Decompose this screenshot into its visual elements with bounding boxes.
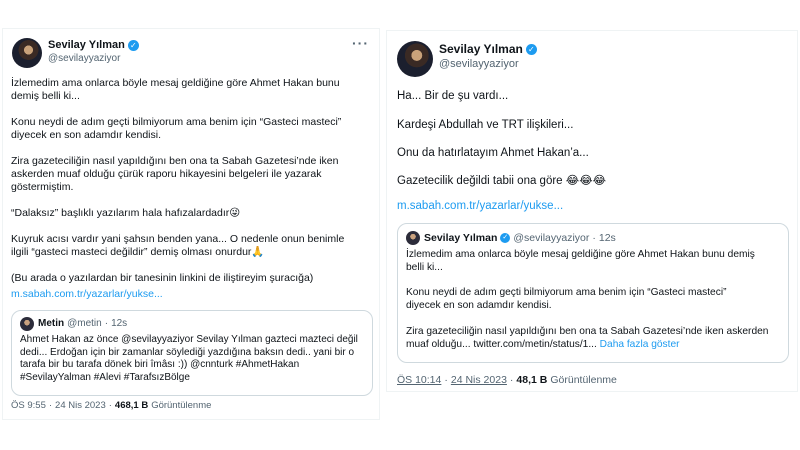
tweet-footer: ÖS 9:55 · 24 Nis 2023 · 468,1 B Görüntül… <box>11 400 212 411</box>
quoted-text: Ahmet Hakan az önce @sevilayyaziyor Sevi… <box>20 334 368 384</box>
verified-badge-icon: ✓ <box>525 43 537 55</box>
quoted-line: belli ki... <box>406 261 443 273</box>
quoted-avatar <box>20 317 34 331</box>
tweet-line: İzlemedim ama onlarca böyle mesaj geldiğ… <box>11 77 340 89</box>
tweet-line: Kuyruk acısı vardır yani şahsın benden y… <box>11 233 345 245</box>
author-name[interactable]: Sevilay Yılman <box>439 42 523 56</box>
author-avatar[interactable] <box>12 38 42 68</box>
quoted-line: dedi... Erdoğan için bir zamanlar söyled… <box>20 346 355 358</box>
tweet-card-left[interactable]: Sevilay Yılman ✓ @sevilayyaziyor ··· İzl… <box>2 28 380 420</box>
quoted-line: Ahmet Hakan az önce @sevilayyaziyor Sevi… <box>20 334 358 345</box>
quoted-author-name: Sevilay Yılman <box>424 232 498 244</box>
tweet-line-4: Gazetecilik değildi tabii ona göre 😂😂😂 <box>397 175 607 187</box>
tweet-line: Zira gazeteciliğin nasıl yapıldığını ben… <box>11 155 339 167</box>
author-name-row[interactable]: Sevilay Yılman ✓ <box>48 39 139 51</box>
quoted-last-line: muaf olduğu... twitter.com/metin/status/… <box>406 339 680 352</box>
post-time[interactable]: ÖS 10:14 <box>397 374 441 386</box>
quoted-text: İzlemedim ama onlarca böyle mesaj geldiğ… <box>406 249 786 339</box>
quoted-line <box>406 313 786 326</box>
author-handle[interactable]: @sevilayyaziyor <box>439 58 519 70</box>
author-name-row[interactable]: Sevilay Yılman ✓ <box>439 42 537 56</box>
quoted-verified-badge-icon: ✓ <box>500 233 511 243</box>
quoted-author-row: Sevilay Yılman ✓ @sevilayyaziyor · 12s <box>424 232 616 244</box>
author-handle[interactable]: @sevilayyaziyor <box>48 53 120 64</box>
tweet-paragraph: Zira gazeteciliğin nasıl yapıldığını ben… <box>11 155 377 194</box>
tweet-line: Konu neydi de adım geçti bilmiyorum ama … <box>11 116 342 128</box>
more-options-icon[interactable]: ··· <box>352 35 369 51</box>
view-count: 468,1 B <box>114 400 149 411</box>
tweet-line: “Dalaksız” başlıklı yazılarım hala hafız… <box>11 207 241 219</box>
tweet-line-2: Kardeşi Abdullah ve TRT ilişkileri... <box>397 119 574 131</box>
quoted-author-name: Metin <box>38 318 65 329</box>
quoted-author-handle: @metin <box>67 318 102 329</box>
quoted-tweet[interactable]: Metin @metin · 12s Ahmet Hakan az önce @… <box>11 310 373 396</box>
quoted-line: tarafa bir bu tarafa dönek biri îmâsı :)… <box>20 359 300 371</box>
views-label: Görüntülenme <box>151 400 212 411</box>
tweet-paragraph: Kuyruk acısı vardır yani şahsın benden y… <box>11 233 377 259</box>
quoted-line: İzlemedim ama onlarca böyle mesaj geldiğ… <box>406 249 755 260</box>
article-link[interactable]: m.sabah.com.tr/yazarlar/yukse... <box>397 199 563 213</box>
quoted-line: diyecek en son adamdır kendisi. <box>406 300 552 312</box>
author-avatar[interactable] <box>397 41 433 77</box>
tweet-line: demiş belli ki... <box>11 90 80 102</box>
tweet-paragraph: (Bu arada o yazılardan bir tanesinin lin… <box>11 272 377 285</box>
tweet-line: (Bu arada o yazılardan bir tanesinin lin… <box>11 272 314 284</box>
tweet-line: göstermiştim. <box>11 181 74 193</box>
tweet-line-3: Onu da hatırlatayım Ahmet Hakan’a... <box>397 147 589 159</box>
quoted-truncated-text: muaf olduğu... twitter.com/metin/status/… <box>406 339 597 350</box>
quoted-line <box>406 275 786 288</box>
quoted-time: 12s <box>111 318 128 329</box>
quoted-avatar <box>406 231 420 245</box>
tweet-line-1: Ha... Bir de şu vardı... <box>397 90 509 102</box>
tweet-line: ilgili “gasteci masteci değildir” demiş … <box>11 246 265 258</box>
tweet-paragraph: Konu neydi de adım geçti bilmiyorum ama … <box>11 116 377 142</box>
quoted-author-row: Metin @metin · 12s <box>38 318 128 329</box>
quoted-line: #SevilayYalman #Alevi #TarafsızBölge <box>20 371 190 383</box>
quoted-time: 12s <box>598 232 616 244</box>
post-date[interactable]: 24 Nis 2023 <box>451 374 507 386</box>
views-label: Görüntülenme <box>550 374 617 386</box>
quoted-tweet[interactable]: Sevilay Yılman ✓ @sevilayyaziyor · 12s İ… <box>397 223 789 363</box>
tweet-line: askerden muaf olduğu çürük raporu hikaye… <box>11 168 322 180</box>
article-link[interactable]: m.sabah.com.tr/yazarlar/yukse... <box>11 288 163 301</box>
tweet-card-right[interactable]: Sevilay Yılman ✓ @sevilayyaziyor Ha... B… <box>386 30 798 392</box>
post-date[interactable]: 24 Nis 2023 <box>55 400 106 411</box>
post-time[interactable]: ÖS 9:55 <box>11 400 46 411</box>
tweet-text: İzlemedim ama onlarca böyle mesaj geldiğ… <box>11 77 377 298</box>
tweet-paragraph: “Dalaksız” başlıklı yazılarım hala hafız… <box>11 207 377 220</box>
author-name[interactable]: Sevilay Yılman <box>48 39 125 51</box>
verified-badge-icon: ✓ <box>127 39 139 51</box>
view-count: 48,1 B <box>516 374 548 386</box>
tweet-line: diyecek en son adamdır kendisi. <box>11 129 161 141</box>
quoted-line: Konu neydi de adım geçti bilmiyorum ama … <box>406 287 727 299</box>
tweet-footer: ÖS 10:14 · 24 Nis 2023 · 48,1 B Görüntül… <box>397 374 617 386</box>
quoted-author-handle: @sevilayyaziyor <box>513 232 590 244</box>
show-more-link[interactable]: Daha fazla göster <box>600 339 680 350</box>
tweet-paragraph: İzlemedim ama onlarca böyle mesaj geldiğ… <box>11 77 377 103</box>
quoted-line: Zira gazeteciliğin nasıl yapıldığını ben… <box>406 325 769 337</box>
